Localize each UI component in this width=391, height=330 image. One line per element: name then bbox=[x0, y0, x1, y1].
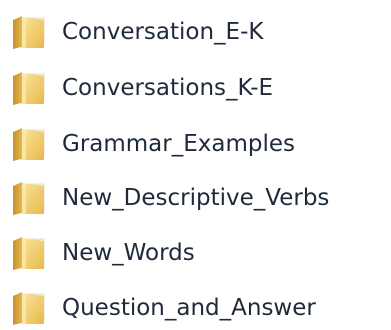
folder-icon bbox=[10, 14, 48, 50]
folder-label: Conversation_E-K bbox=[62, 19, 264, 45]
folder-icon bbox=[10, 126, 48, 162]
folder-item-conversations-k-e[interactable]: Conversations_K-E bbox=[10, 68, 273, 108]
folder-item-question-and-answer[interactable]: Question_and_Answer bbox=[10, 288, 316, 328]
folder-icon bbox=[10, 180, 48, 216]
folder-item-new-descriptive-verbs[interactable]: New_Descriptive_Verbs bbox=[10, 178, 329, 218]
folder-icon bbox=[10, 235, 48, 271]
folder-label: Question_and_Answer bbox=[62, 295, 316, 321]
folder-item-conversation-e-k[interactable]: Conversation_E-K bbox=[10, 12, 263, 52]
folder-label: Conversations_K-E bbox=[62, 75, 274, 101]
folder-item-new-words[interactable]: New_Words bbox=[10, 233, 195, 273]
folder-label: Grammar_Examples bbox=[62, 131, 295, 157]
folder-label: New_Words bbox=[62, 240, 195, 266]
folder-icon bbox=[10, 290, 48, 326]
folder-item-grammar-examples[interactable]: Grammar_Examples bbox=[10, 124, 295, 164]
folder-list: Conversation_E-K Conversations_K-E Gramm… bbox=[0, 0, 391, 330]
folder-label: New_Descriptive_Verbs bbox=[62, 185, 330, 211]
folder-icon bbox=[10, 70, 48, 106]
